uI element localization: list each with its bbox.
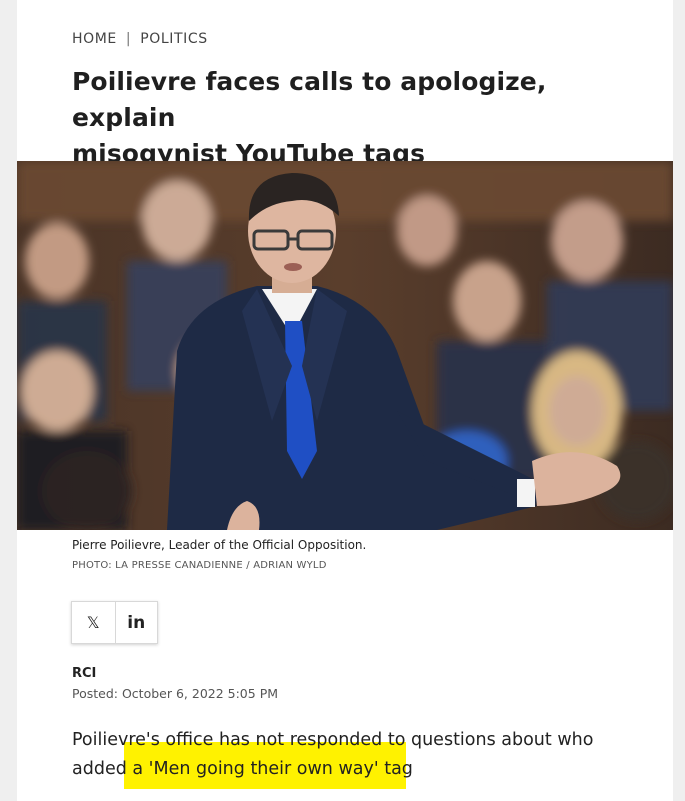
breadcrumb-home-link[interactable]: HOME <box>72 31 117 47</box>
article-line-2-plain: added <box>72 759 133 779</box>
breadcrumb-politics-link[interactable]: POLITICS <box>140 31 208 47</box>
linkedin-logo-icon: in <box>127 612 146 633</box>
photo-credit: PHOTO: LA PRESSE CANADIENNE / ADRIAN WYL… <box>72 560 327 571</box>
share-bar: 𝕏 in <box>71 601 158 644</box>
article-card: HOME | POLITICS Poilievre faces calls to… <box>17 0 673 801</box>
byline-author: RCI <box>72 666 97 681</box>
article-line-1: Poilievre's office has not responded to … <box>72 730 594 750</box>
title-line-1: Poilievre faces calls to apologize, expl… <box>72 67 547 132</box>
breadcrumb: HOME | POLITICS <box>72 31 208 47</box>
article-highlighted-text: a 'Men going their own way' tag <box>132 759 413 779</box>
article-body-paragraph: Poilievre's office has not responded to … <box>72 726 652 784</box>
byline-posted-date: Posted: October 6, 2022 5:05 PM <box>72 686 279 701</box>
share-linkedin-button[interactable]: in <box>114 602 158 643</box>
lead-photo[interactable] <box>17 161 673 530</box>
photo-caption: Pierre Poilievre, Leader of the Official… <box>72 538 367 552</box>
lead-photo-illustration <box>17 161 673 530</box>
share-x-button[interactable]: 𝕏 <box>72 602 115 643</box>
breadcrumb-separator: | <box>125 31 132 47</box>
page-title: Poilievre faces calls to apologize, expl… <box>72 64 642 172</box>
x-logo-icon: 𝕏 <box>86 613 100 632</box>
